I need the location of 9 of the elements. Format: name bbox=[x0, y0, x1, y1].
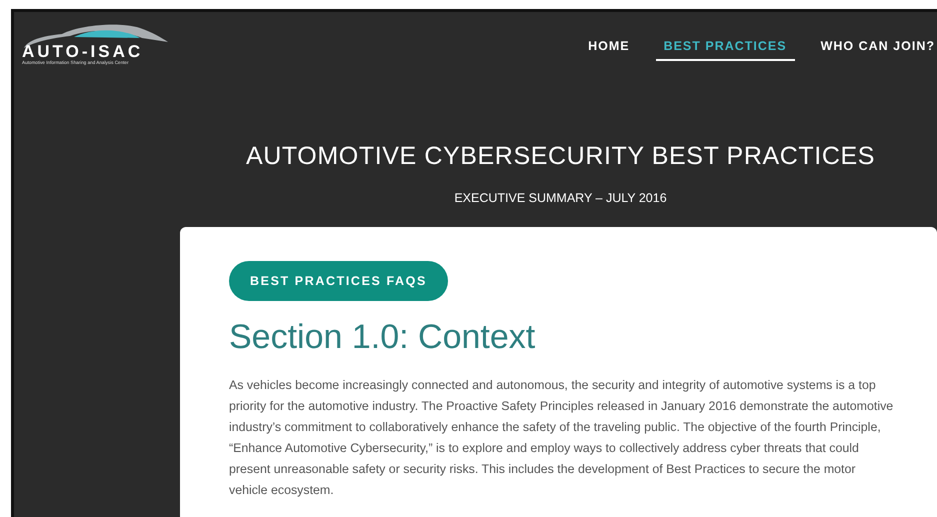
nav-link[interactable]: WHO CAN JOIN? bbox=[812, 39, 937, 61]
section-heading: Section 1.0: Context bbox=[229, 317, 536, 357]
page-subtitle: EXECUTIVE SUMMARY – JULY 2016 bbox=[453, 191, 668, 205]
page-title: AUTOMOTIVE CYBERSECURITY BEST PRACTICES bbox=[244, 142, 876, 171]
nav-link[interactable]: BEST PRACTICES bbox=[656, 39, 795, 61]
nav-link[interactable]: HOME bbox=[580, 39, 638, 61]
paragraph: As vehicles become increasingly connected and autonomous, the security and integrity of automotive systems is a top priority for the automotive industry. The Proactive Safety Principles released in January 2016 demonstrate the automotive industry’s commitment to collaboratively enhance the safety of the traveling public. The objective of the fourth Principle, “Enhance Automotive Cybersecurity,” is to explore and employ ways to collectively address cyber threats that could present unreasonable safety or security risks. This includes the development of Best Practices to secure the motor vehicle ecosystem. bbox=[229, 377, 894, 499]
logo-text: AUTO-ISAC bbox=[22, 44, 144, 60]
faq-button[interactable]: BEST PRACTICES FAQS bbox=[229, 261, 448, 301]
